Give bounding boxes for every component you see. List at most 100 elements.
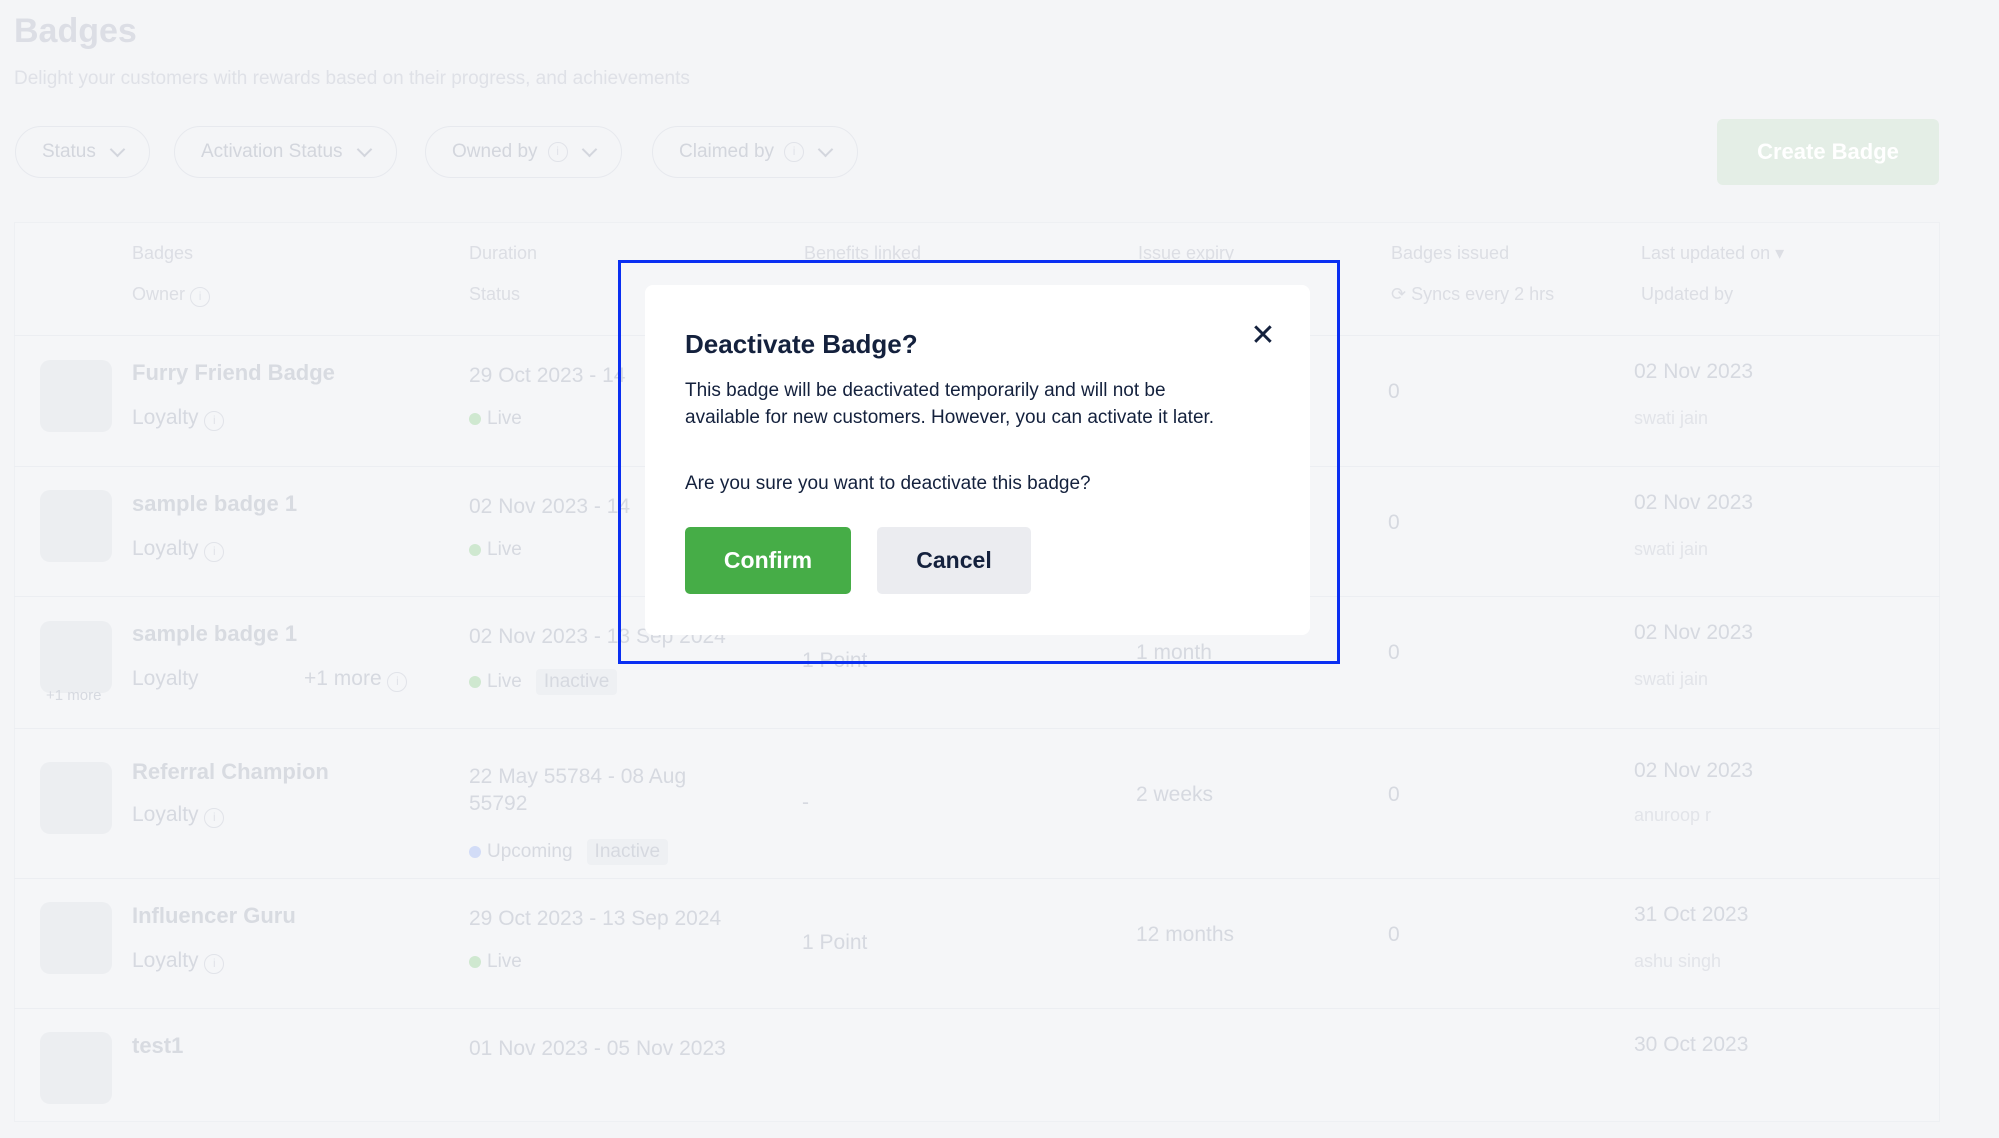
owner-label: Loyalty	[132, 406, 199, 429]
activation-badge: Inactive	[586, 839, 669, 865]
updated-on: 02 Nov 2023	[1634, 759, 1754, 782]
status-label: Upcoming	[487, 841, 573, 862]
badge-name[interactable]: Furry Friend Badge	[132, 360, 335, 386]
info-icon: i	[204, 542, 225, 562]
badge-owner: Loyalty	[132, 667, 199, 691]
updated-by: ashu singh	[1634, 951, 1722, 971]
badge-owner: Loyalty i	[132, 803, 225, 828]
status: Upcoming Inactive	[469, 839, 669, 865]
filter-label: Owned by	[452, 141, 538, 162]
issue-expiry: 12 months	[1136, 923, 1235, 946]
badge-image	[40, 621, 112, 693]
badge-image	[40, 490, 112, 562]
badge-image	[40, 359, 112, 432]
issue-expiry: 2 weeks	[1136, 783, 1214, 806]
dialog-question: Are you sure you want to deactivate this…	[685, 473, 1091, 494]
updated-by: swati jain	[1634, 539, 1709, 559]
page-subtitle: Delight your customers with rewards base…	[14, 68, 690, 89]
header-duration: Duration	[469, 243, 538, 263]
sync-icon: ⟳	[1391, 284, 1407, 304]
dialog-title: Deactivate Badge?	[685, 329, 918, 359]
chevron-down-icon	[581, 141, 597, 157]
filter-label: Claimed by	[679, 141, 775, 162]
info-icon: i	[204, 954, 225, 974]
chevron-down-icon	[356, 141, 372, 157]
badges-issued: 0	[1388, 380, 1400, 403]
activation-status-filter[interactable]: Activation Status	[174, 126, 397, 178]
header-last-updated[interactable]: Last updated on ▾	[1641, 243, 1784, 264]
status: Live	[469, 951, 522, 973]
info-icon: i	[204, 411, 225, 431]
status-dot-icon	[469, 543, 481, 556]
status-label: Live	[487, 408, 522, 429]
owner-label: Loyalty	[132, 537, 199, 560]
owned-by-filter[interactable]: Owned by i	[425, 126, 622, 178]
benefits: 1 Point	[802, 931, 868, 954]
table-row[interactable]: test1 01 Nov 2023 - 05 Nov 2023 30 Oct 202…	[14, 1008, 1940, 1138]
badge-image	[40, 762, 112, 834]
cancel-button[interactable]: Cancel	[877, 527, 1031, 594]
more-label: +1 more	[304, 667, 382, 690]
confirm-button[interactable]: Confirm	[685, 527, 851, 594]
filter-label: Activation Status	[201, 141, 343, 162]
benefits: -	[802, 791, 809, 814]
badge-owner: Loyalty i	[132, 537, 225, 562]
updated-on: 30 Oct 2023	[1634, 1033, 1749, 1056]
chevron-down-icon	[109, 141, 126, 157]
info-icon: i	[784, 142, 805, 162]
owner-label: Loyalty	[132, 803, 199, 826]
header-status: Status	[469, 284, 521, 304]
owner-label: Loyalty	[132, 667, 199, 690]
page-title: Badges	[14, 12, 137, 50]
duration: 02 Nov 2023 - 14	[469, 495, 631, 518]
status-label: Live	[487, 951, 522, 972]
updated-by: anuroop r	[1634, 805, 1712, 825]
badge-owner: Loyalty i	[132, 406, 225, 431]
badges-issued: 0	[1388, 783, 1400, 806]
header-badges: Badges	[132, 243, 194, 263]
claimed-by-filter[interactable]: Claimed by i	[652, 126, 859, 178]
badge-name[interactable]: test1	[132, 1033, 183, 1059]
dialog-message: This badge will be deactivated temporari…	[685, 380, 1215, 428]
badge-name[interactable]: sample badge 1	[132, 491, 297, 517]
header-syncs: ⟳ Syncs every 2 hrs	[1391, 284, 1554, 305]
header-owner: Owner i	[132, 284, 211, 307]
badge-image	[40, 1032, 112, 1104]
updated-by: swati jain	[1634, 408, 1709, 428]
duration: 29 Oct 2023 - 14	[469, 364, 626, 387]
status: Live	[469, 539, 522, 561]
thumb-more: +1 more	[46, 687, 102, 704]
badge-name[interactable]: Influencer Guru	[132, 903, 296, 929]
create-badge-button[interactable]: Create Badge	[1717, 119, 1939, 185]
status-label: Live	[487, 671, 522, 692]
sort-icon[interactable]: ▾	[1775, 243, 1784, 263]
syncs-label: Syncs every 2 hrs	[1411, 284, 1555, 304]
status: Live Inactive	[469, 669, 618, 695]
status-label: Live	[487, 539, 522, 560]
badges-issued: 0	[1388, 923, 1400, 946]
info-icon: i	[204, 808, 225, 828]
status-dot-icon	[469, 845, 481, 858]
info-icon: i	[387, 672, 408, 692]
last-updated-label: Last updated on	[1641, 243, 1771, 263]
info-icon: i	[190, 287, 211, 307]
badge-name[interactable]: sample badge 1	[132, 621, 297, 647]
status-filter[interactable]: Status	[15, 126, 150, 178]
badges-issued: 0	[1388, 511, 1400, 534]
filter-label: Status	[42, 141, 96, 162]
table-row[interactable]: Referral Champion Loyalty i 22 May 55784 -…	[14, 728, 1940, 878]
updated-by: swati jain	[1634, 669, 1709, 689]
updated-on: 02 Nov 2023	[1634, 491, 1754, 514]
more-owners[interactable]: +1 more i	[304, 667, 408, 692]
header-owner-label: Owner	[132, 284, 186, 304]
chevron-down-icon	[817, 141, 834, 157]
updated-on: 02 Nov 2023	[1634, 621, 1754, 644]
close-icon[interactable]: ✕	[1248, 321, 1278, 351]
header-updated-by: Updated by	[1641, 284, 1734, 304]
owner-label: Loyalty	[132, 949, 199, 972]
status-dot-icon	[469, 955, 481, 968]
duration: 01 Nov 2023 - 05 Nov 2023	[469, 1037, 726, 1060]
badge-name[interactable]: Referral Champion	[132, 759, 329, 785]
table-row[interactable]: Influencer Guru Loyalty i 29 Oct 2023 - 13…	[14, 878, 1940, 1008]
badges-issued: 0	[1388, 641, 1400, 664]
